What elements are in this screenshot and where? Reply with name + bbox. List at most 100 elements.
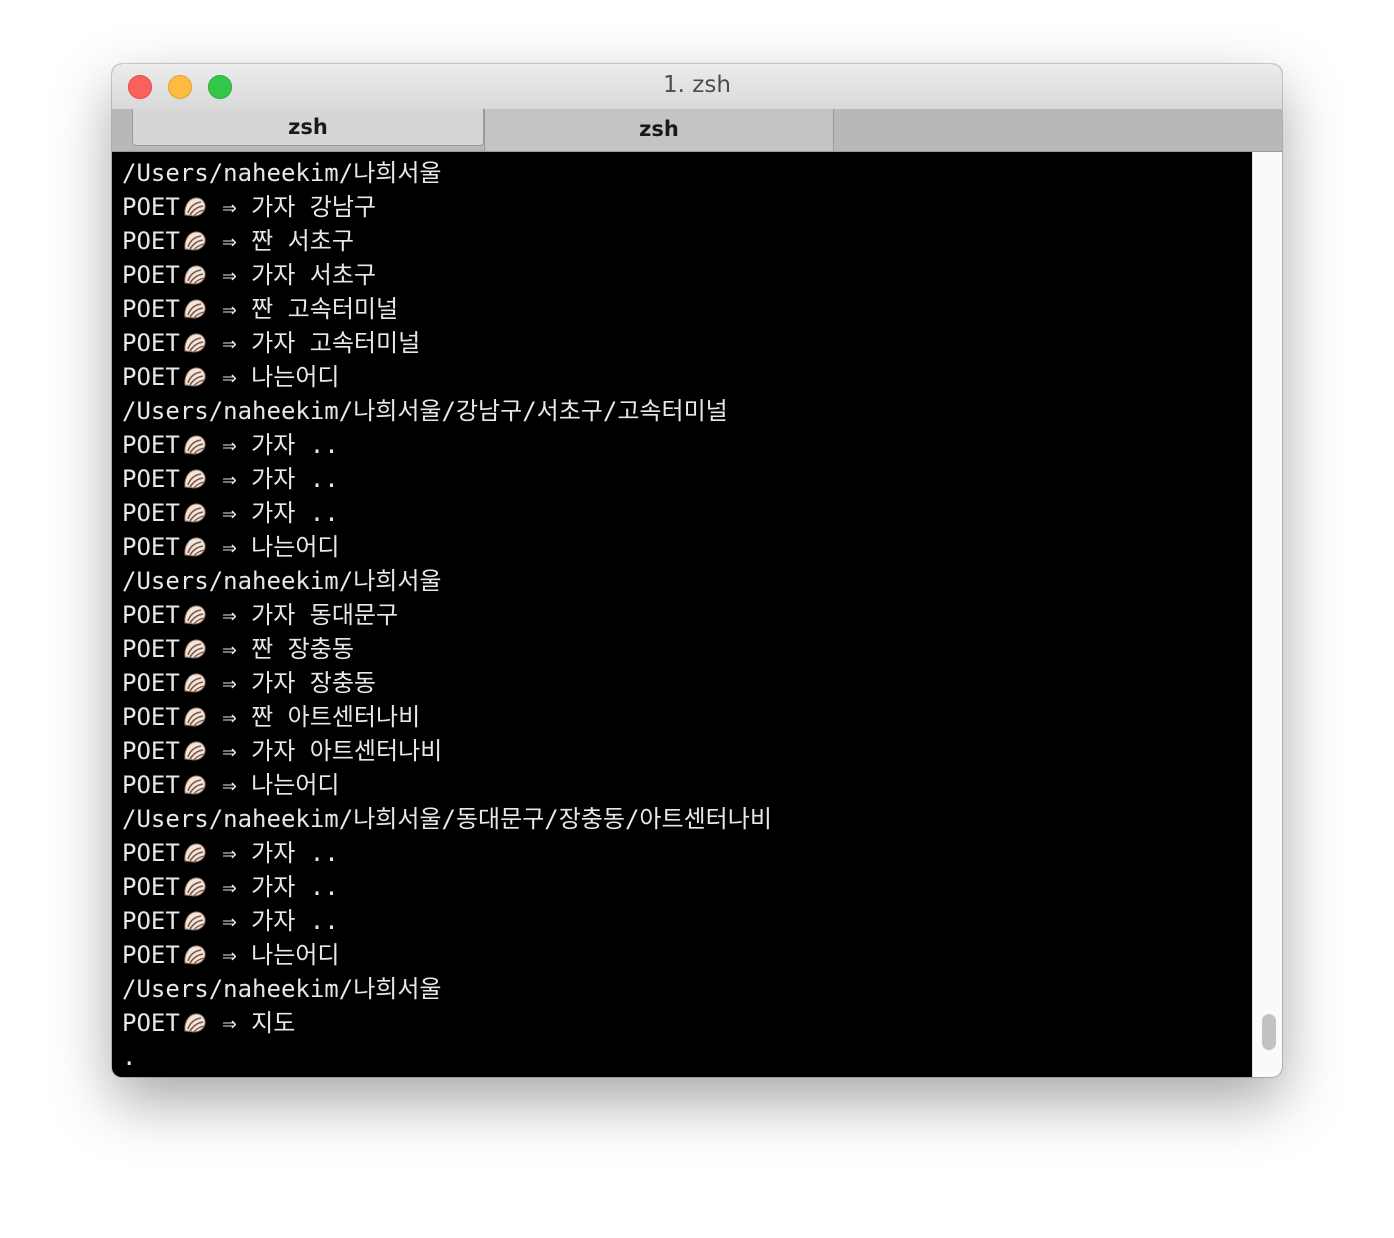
- prompt-line: POET ⇒ 짠 고속터미널: [122, 292, 1252, 326]
- command-text: 가자 장충동: [251, 669, 377, 697]
- prompt-arrow: ⇒: [207, 329, 252, 357]
- prompt-arrow: ⇒: [207, 363, 252, 391]
- prompt-arrow: ⇒: [207, 499, 252, 527]
- prompt-arrow: ⇒: [207, 431, 252, 459]
- spiral-shell-icon: [182, 738, 208, 762]
- spiral-shell-icon: [182, 636, 208, 660]
- output-text: /Users/naheekim/나희서울: [122, 567, 442, 595]
- command-text: 가자 ..: [251, 465, 339, 493]
- prompt-arrow: ⇒: [207, 1009, 252, 1037]
- prompt-line: POET ⇒ 가자 아트센터나비: [122, 734, 1252, 768]
- command-text: 나는어디: [251, 941, 340, 969]
- title-bar[interactable]: 1. zsh: [112, 64, 1282, 110]
- command-text: 가자 ..: [251, 839, 339, 867]
- prompt-arrow: ⇒: [207, 669, 252, 697]
- output-line: /Users/naheekim/나희서울: [122, 972, 1252, 1006]
- prompt-name: POET: [122, 737, 180, 765]
- prompt-arrow: ⇒: [207, 941, 252, 969]
- prompt-arrow: ⇒: [207, 839, 252, 867]
- spiral-shell-icon: [182, 296, 208, 320]
- prompt-line: POET ⇒ 가자 ..: [122, 870, 1252, 904]
- command-text: 나는어디: [251, 533, 340, 561]
- prompt-arrow: ⇒: [207, 193, 252, 221]
- prompt-arrow: ⇒: [207, 533, 252, 561]
- prompt-arrow: ⇒: [207, 635, 252, 663]
- command-text: 가자 ..: [251, 873, 339, 901]
- spiral-shell-icon: [182, 432, 208, 456]
- output-line: .: [122, 1040, 1252, 1074]
- prompt-line: POET ⇒ 가자 ..: [122, 904, 1252, 938]
- prompt-arrow: ⇒: [207, 227, 252, 255]
- spiral-shell-icon: [182, 364, 208, 388]
- spiral-shell-icon: [182, 1010, 208, 1034]
- prompt-name: POET: [122, 601, 180, 629]
- spiral-shell-icon: [182, 704, 208, 728]
- command-text: 지도: [251, 1009, 296, 1037]
- prompt-line: POET ⇒ 가자 서초구: [122, 258, 1252, 292]
- prompt-line: POET ⇒ 가자 ..: [122, 496, 1252, 530]
- command-text: 가자 ..: [251, 499, 339, 527]
- output-text: /Users/naheekim/나희서울/동대문구/장충동/아트센터나비: [122, 805, 772, 833]
- prompt-arrow: ⇒: [207, 873, 252, 901]
- prompt-arrow: ⇒: [207, 601, 252, 629]
- prompt-arrow: ⇒: [207, 771, 252, 799]
- tab-zsh-2[interactable]: zsh: [484, 109, 834, 151]
- prompt-arrow: ⇒: [207, 907, 252, 935]
- prompt-name: POET: [122, 261, 180, 289]
- terminal-output[interactable]: /Users/naheekim/나희서울 POET ⇒ 가자 강남구 POET ⇒ …: [112, 152, 1252, 1077]
- output-line: /Users/naheekim/나희서울/강남구/서초구/고속터미널: [122, 394, 1252, 428]
- prompt-line: POET ⇒ 가자 장충동: [122, 666, 1252, 700]
- command-text: 나는어디: [251, 363, 340, 391]
- terminal-lines: /Users/naheekim/나희서울 POET ⇒ 가자 강남구 POET ⇒ …: [112, 152, 1252, 1074]
- spiral-shell-icon: [182, 194, 208, 218]
- output-line: /Users/naheekim/나희서울: [122, 564, 1252, 598]
- prompt-name: POET: [122, 907, 180, 935]
- scrollbar-thumb[interactable]: [1262, 1014, 1276, 1050]
- prompt-name: POET: [122, 227, 180, 255]
- spiral-shell-icon: [182, 228, 208, 252]
- prompt-line: POET ⇒ 가자 ..: [122, 836, 1252, 870]
- prompt-line: POET ⇒ 나는어디: [122, 360, 1252, 394]
- prompt-line: POET ⇒ 가자 ..: [122, 462, 1252, 496]
- tab-bar-empty-area[interactable]: [834, 109, 1282, 151]
- spiral-shell-icon: [182, 670, 208, 694]
- command-text: 가자 강남구: [251, 193, 377, 221]
- prompt-line: POET ⇒ 나는어디: [122, 530, 1252, 564]
- prompt-arrow: ⇒: [207, 465, 252, 493]
- spiral-shell-icon: [182, 908, 208, 932]
- spiral-shell-icon: [182, 602, 208, 626]
- tab-zsh-1[interactable]: zsh: [132, 109, 484, 146]
- prompt-name: POET: [122, 363, 180, 391]
- spiral-shell-icon: [182, 772, 208, 796]
- prompt-name: POET: [122, 669, 180, 697]
- output-text: /Users/naheekim/나희서울: [122, 975, 442, 1003]
- spiral-shell-icon: [182, 942, 208, 966]
- output-line: /Users/naheekim/나희서울/동대문구/장충동/아트센터나비: [122, 802, 1252, 836]
- prompt-name: POET: [122, 839, 180, 867]
- prompt-name: POET: [122, 465, 180, 493]
- prompt-arrow: ⇒: [207, 295, 252, 323]
- prompt-name: POET: [122, 1009, 180, 1037]
- prompt-line: POET ⇒ 가자 고속터미널: [122, 326, 1252, 360]
- prompt-arrow: ⇒: [207, 261, 252, 289]
- tab-bar: zsh zsh: [112, 109, 1282, 152]
- prompt-name: POET: [122, 941, 180, 969]
- window-title: 1. zsh: [663, 72, 731, 98]
- prompt-name: POET: [122, 431, 180, 459]
- command-text: 가자 ..: [251, 431, 339, 459]
- prompt-line: POET ⇒ 가자 ..: [122, 428, 1252, 462]
- command-text: 짠 아트센터나비: [251, 703, 421, 731]
- prompt-line: POET ⇒ 가자 동대문구: [122, 598, 1252, 632]
- prompt-line: POET ⇒ 짠 장충동: [122, 632, 1252, 666]
- prompt-arrow: ⇒: [207, 703, 252, 731]
- command-text: 가자 아트센터나비: [251, 737, 443, 765]
- command-text: 짠 고속터미널: [251, 295, 399, 323]
- scrollbar[interactable]: [1252, 152, 1282, 1077]
- spiral-shell-icon: [182, 262, 208, 286]
- spiral-shell-icon: [182, 500, 208, 524]
- prompt-line: POET ⇒ 짠 서초구: [122, 224, 1252, 258]
- spiral-shell-icon: [182, 840, 208, 864]
- prompt-line: POET ⇒ 나는어디: [122, 768, 1252, 802]
- terminal-window: 1. zsh zsh zsh /Users/naheekim/나희서울 POET …: [112, 64, 1282, 1077]
- prompt-name: POET: [122, 533, 180, 561]
